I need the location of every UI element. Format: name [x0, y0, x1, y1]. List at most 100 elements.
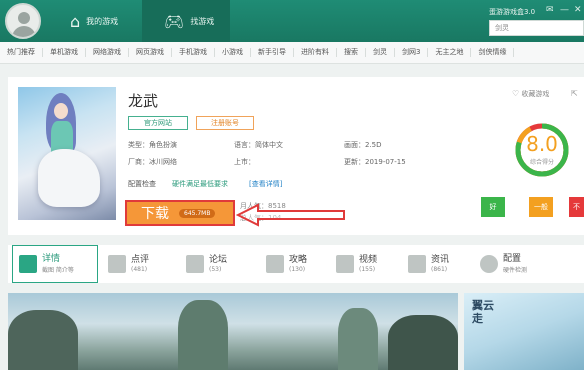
- tab-guides[interactable]: 攻略 (130): [266, 245, 336, 283]
- category-item[interactable]: 新手引导: [251, 48, 294, 57]
- game-info-card: 龙武 官方网站 注册账号 类型：角色扮演 语言：简体中文 画面：2.5D 厂商：…: [8, 77, 584, 235]
- tab-details[interactable]: 详情 截图 简介等: [12, 245, 98, 283]
- type-info: 类型：角色扮演: [128, 140, 177, 150]
- rate-bad-button[interactable]: 不: [569, 197, 584, 217]
- tab-reviews-count: (481): [131, 266, 148, 273]
- tab-videos[interactable]: 视频 (155): [336, 245, 406, 283]
- category-item[interactable]: 剑灵: [366, 48, 395, 57]
- graphics-info: 画面：2.5D: [344, 140, 382, 150]
- tab-news[interactable]: 资讯 (861): [408, 245, 478, 283]
- category-bar: 热门推荐 单机游戏 网络游戏 网页游戏 手机游戏 小游戏 新手引导 进阶有料 搜索 剑灵 剑网3 无主…: [0, 42, 584, 64]
- disc-icon: [480, 255, 498, 273]
- tab-details-sub: 截图 简介等: [42, 267, 74, 274]
- news-icon: [408, 255, 426, 273]
- tab-forum[interactable]: 论坛 (53): [186, 245, 256, 283]
- category-item[interactable]: 热门推荐: [0, 48, 43, 57]
- graphics-label: 画面：: [344, 141, 365, 149]
- tab-config-label: 配置: [503, 254, 522, 264]
- screenshot-calligraphy: 翼云走: [472, 299, 494, 325]
- vendor-label: 厂商：: [128, 158, 149, 166]
- score-ring: 8.0 综合得分: [514, 122, 570, 178]
- download-button[interactable]: 下载 645.7MB: [125, 200, 235, 226]
- nav-find-games[interactable]: 🎮︎ 找游戏: [142, 0, 230, 42]
- tab-forum-count: (53): [209, 266, 222, 273]
- graphics-value: 2.5D: [365, 141, 382, 149]
- language-info: 语言：简体中文: [234, 140, 283, 150]
- red-arrow-annotation: [236, 203, 345, 227]
- score-caption: 综合得分: [529, 159, 554, 166]
- category-item[interactable]: 单机游戏: [43, 48, 86, 57]
- screenshot-1[interactable]: [8, 293, 458, 370]
- nav-find-games-label: 找游戏: [190, 16, 215, 26]
- register-button[interactable]: 注册账号: [196, 116, 254, 130]
- tab-guides-text: 攻略 (130): [289, 255, 307, 273]
- mail-icon[interactable]: ✉: [546, 5, 554, 15]
- type-value: 角色扮演: [149, 141, 177, 149]
- screenshot-cliff-left: [8, 310, 78, 370]
- tab-reviews[interactable]: 点评 (481): [108, 245, 178, 283]
- screenshot-cliff-right: [388, 315, 458, 370]
- tab-config-text: 配置 硬件检测: [503, 254, 527, 274]
- edit-icon: [108, 255, 126, 273]
- update-info: 更新：2019-07-15: [344, 157, 406, 167]
- category-item[interactable]: 无主之地: [428, 48, 472, 57]
- tab-news-text: 资讯 (861): [431, 255, 449, 273]
- favorite-label: 收藏游戏: [521, 90, 550, 98]
- avatar-head: [18, 12, 30, 24]
- search-input[interactable]: 剑灵: [489, 20, 584, 36]
- category-item[interactable]: 剑侠情缘: [471, 48, 515, 57]
- screenshot-2[interactable]: 翼云走: [464, 293, 584, 370]
- category-item[interactable]: 手机游戏: [172, 48, 215, 57]
- meets-requirements: 硬件满足最低要求: [172, 180, 228, 188]
- gamepad-icon: 🎮︎: [164, 11, 185, 31]
- category-item[interactable]: 进阶有料: [294, 48, 337, 57]
- favorite-button[interactable]: ♡ 收藏游戏: [512, 89, 549, 99]
- tab-details-text: 详情 截图 简介等: [42, 254, 74, 274]
- tab-reviews-text: 点评 (481): [131, 255, 149, 273]
- detail-tabs: 详情 截图 简介等 点评 (481) 论坛 (53) 攻略 (130) 视频 (155) …: [8, 245, 584, 283]
- tab-config-sub: 硬件检测: [503, 267, 528, 274]
- view-details-link[interactable]: [查看详情]: [249, 179, 282, 189]
- chat-icon: [186, 255, 204, 273]
- tab-videos-text: 视频 (155): [359, 255, 377, 273]
- score-value: 8.0: [526, 132, 558, 156]
- screenshot-pagoda-rock: [338, 308, 378, 370]
- tab-details-label: 详情: [42, 254, 61, 264]
- rate-ok-button[interactable]: 一般: [529, 197, 553, 217]
- category-item[interactable]: 搜索: [337, 48, 366, 57]
- share-icon[interactable]: ⇱: [571, 89, 578, 98]
- minimize-icon[interactable]: —: [560, 5, 569, 15]
- play-icon: [336, 255, 354, 273]
- game-cover-image: [18, 87, 116, 220]
- category-item[interactable]: 网页游戏: [129, 48, 172, 57]
- close-icon[interactable]: ✕: [574, 5, 582, 15]
- type-label: 类型：: [128, 141, 149, 149]
- launch-label: 上市：: [234, 158, 255, 166]
- tab-news-count: (861): [431, 266, 448, 273]
- official-site-button[interactable]: 官方网站: [128, 116, 188, 130]
- tab-videos-count: (155): [359, 266, 376, 273]
- cover-face: [54, 103, 68, 119]
- tab-guides-label: 攻略: [289, 255, 308, 265]
- tab-reviews-label: 点评: [131, 255, 150, 265]
- home-icon: ⌂: [70, 11, 81, 31]
- avatar[interactable]: [5, 3, 41, 39]
- avatar-body: [12, 26, 36, 37]
- nav-my-games[interactable]: ⌂ 我的游戏: [48, 0, 142, 42]
- rate-good-button[interactable]: 好: [481, 197, 505, 217]
- tab-news-label: 资讯: [431, 255, 450, 265]
- nav-my-games-label: 我的游戏: [86, 16, 119, 26]
- screenshot-rock-pillar: [178, 300, 228, 370]
- category-item[interactable]: 小游戏: [215, 48, 251, 57]
- tab-forum-text: 论坛 (53): [209, 255, 227, 273]
- tab-config[interactable]: 配置 硬件检测: [480, 245, 560, 283]
- download-size: 645.7MB: [179, 208, 216, 218]
- star-icon: [266, 255, 284, 273]
- top-header: ⌂ 我的游戏 🎮︎ 找游戏 蛋游游戏盒3.0 ✉ — ✕ 剑灵: [0, 0, 584, 42]
- heart-icon: ♡: [512, 89, 520, 98]
- update-value: 2019-07-15: [365, 158, 406, 166]
- category-item[interactable]: 网络游戏: [86, 48, 129, 57]
- tab-videos-label: 视频: [359, 255, 378, 265]
- update-label: 更新：: [344, 158, 365, 166]
- category-item[interactable]: 剑网3: [395, 48, 429, 57]
